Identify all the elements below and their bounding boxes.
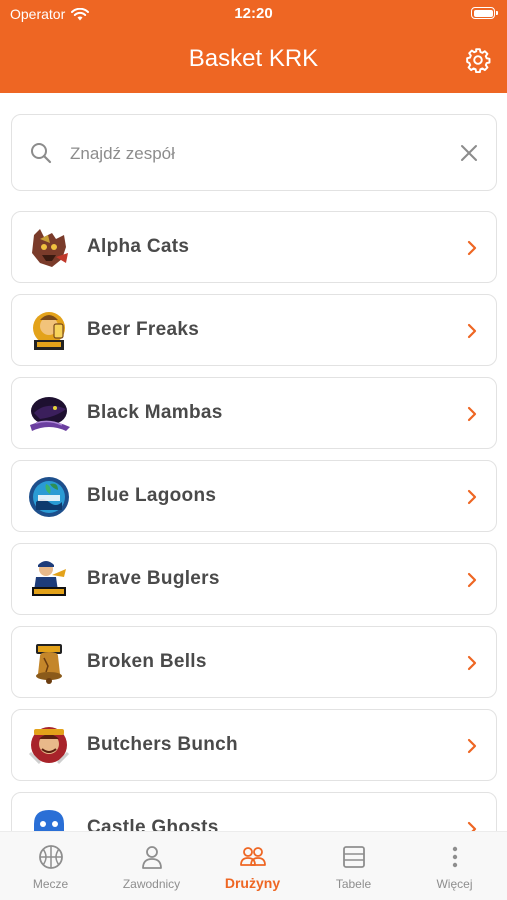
team-row[interactable]: Castle Ghosts (11, 792, 497, 831)
tab-label: Mecze (32, 877, 69, 891)
status-bar: Operator 12:20 (0, 0, 507, 28)
tab-druzyny[interactable]: Drużyny (202, 832, 303, 900)
team-row[interactable]: Beer Freaks (11, 294, 497, 366)
team-row[interactable]: Black Mambas (11, 377, 497, 449)
team-list: Alpha Cats Beer Freaks Black Mambas Blue… (11, 211, 497, 831)
butchers-bunch-logo-icon (28, 727, 70, 765)
team-name: Broken Bells (87, 651, 207, 672)
close-icon[interactable] (460, 144, 478, 162)
tab-label: Więcej (436, 877, 473, 891)
team-row[interactable]: Blue Lagoons (11, 460, 497, 532)
tab-tabele[interactable]: Tabele (303, 832, 404, 900)
tab-mecze[interactable]: Mecze (0, 832, 101, 900)
beer-freaks-logo-icon (33, 312, 65, 350)
chevron-right-icon (467, 406, 477, 422)
battery-icon (471, 7, 498, 19)
chevron-right-icon (467, 821, 477, 831)
tab-bar: Mecze Zawodnicy Drużyny Tabele Więcej (0, 831, 507, 900)
team-name: Brave Buglers (87, 568, 220, 589)
alpha-cats-logo-icon (32, 229, 68, 267)
team-name: Black Mambas (87, 402, 223, 423)
chevron-right-icon (467, 489, 477, 505)
person-icon (142, 846, 162, 869)
chevron-right-icon (467, 572, 477, 588)
team-row[interactable]: Broken Bells (11, 626, 497, 698)
app-header: Operator 12:20 Basket KRK (0, 0, 507, 93)
team-row[interactable]: Alpha Cats (11, 211, 497, 283)
blue-lagoons-logo-icon (29, 477, 69, 517)
tab-label: Drużyny (224, 875, 281, 891)
more-vertical-icon (452, 846, 458, 868)
gear-icon[interactable] (465, 47, 491, 73)
tab-wiecej[interactable]: Więcej (404, 832, 505, 900)
team-name: Beer Freaks (87, 319, 200, 340)
castle-ghosts-logo-icon (34, 810, 64, 831)
team-row[interactable]: Brave Buglers (11, 543, 497, 615)
page-title: Basket KRK (188, 45, 319, 72)
people-icon (240, 847, 266, 866)
table-icon (343, 846, 365, 868)
status-time: 12:20 (234, 5, 273, 22)
tab-label: Tabele (335, 877, 372, 891)
black-mambas-logo-icon (30, 397, 70, 431)
team-name: Castle Ghosts (87, 817, 219, 831)
basketball-icon (39, 845, 63, 869)
broken-bells-logo-icon (36, 644, 62, 684)
tab-zawodnicy[interactable]: Zawodnicy (101, 832, 202, 900)
team-name: Blue Lagoons (87, 485, 217, 506)
chevron-right-icon (467, 738, 477, 754)
team-row[interactable]: Butchers Bunch (11, 709, 497, 781)
search-bar (11, 114, 497, 191)
chevron-right-icon (467, 240, 477, 256)
chevron-right-icon (467, 323, 477, 339)
chevron-right-icon (467, 655, 477, 671)
search-icon (31, 143, 52, 164)
team-name: Alpha Cats (87, 236, 190, 257)
brave-buglers-logo-icon (32, 561, 66, 596)
team-name: Butchers Bunch (87, 734, 238, 755)
search-input[interactable] (70, 139, 450, 169)
tab-label: Zawodnicy (122, 877, 181, 891)
